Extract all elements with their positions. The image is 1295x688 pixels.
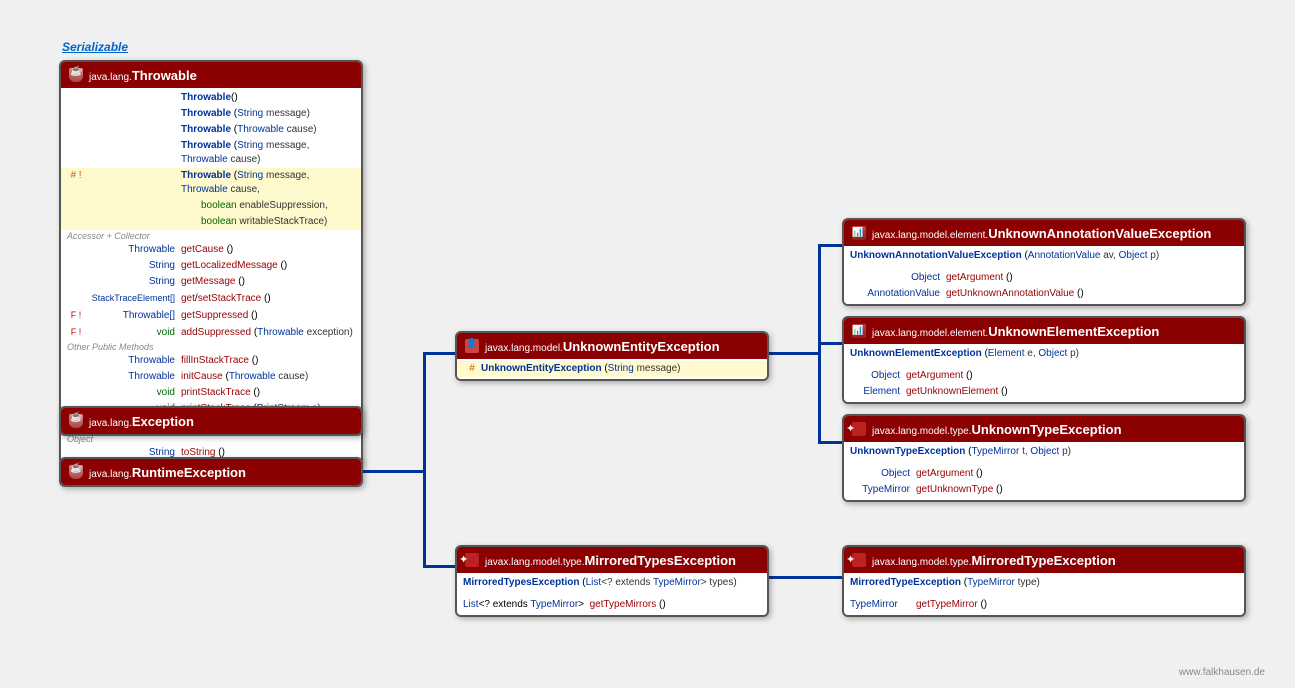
- exception-class: java.lang.Exception: [59, 406, 363, 436]
- unknown-element-exception-class: javax.lang.model.element.UnknownElementE…: [842, 316, 1246, 404]
- class-icon: [465, 553, 479, 567]
- class-icon: [852, 422, 866, 436]
- pkg-label: javax.lang.model.type.: [872, 426, 972, 437]
- class-name-label: UnknownElementException: [988, 324, 1159, 339]
- uave-members: UnknownAnnotationValueException (Annotat…: [844, 246, 1244, 304]
- uee-members: #UnknownEntityException (String message): [457, 359, 767, 379]
- unknown-entity-exception-class: javax.lang.model.UnknownEntityException …: [455, 331, 769, 381]
- class-name-label: UnknownAnnotationValueException: [988, 226, 1211, 241]
- class-name-label: MirroredTypesException: [585, 553, 736, 568]
- mte-members: MirroredTypeException (TypeMirror type) …: [844, 573, 1244, 615]
- uave-header: javax.lang.model.element.UnknownAnnotati…: [844, 220, 1244, 246]
- ute-header: javax.lang.model.type.UnknownTypeExcepti…: [844, 416, 1244, 442]
- unknown-type-exception-class: javax.lang.model.type.UnknownTypeExcepti…: [842, 414, 1246, 502]
- connector: [818, 244, 843, 247]
- serializable-label[interactable]: Serializable: [62, 40, 128, 54]
- runtime-exception-class: java.lang.RuntimeException: [59, 457, 363, 487]
- class-name-label: Exception: [132, 414, 194, 429]
- class-name-label: RuntimeException: [132, 465, 246, 480]
- mirrored-types-exception-class: javax.lang.model.type.MirroredTypesExcep…: [455, 545, 769, 617]
- pkg-label: javax.lang.model.type.: [872, 557, 972, 568]
- class-name-label: UnknownTypeException: [972, 422, 1122, 437]
- pkg-label: java.lang.: [89, 418, 132, 429]
- footer-link[interactable]: www.falkhausen.de: [1179, 667, 1265, 678]
- connector: [818, 342, 843, 345]
- class-icon: [852, 324, 866, 338]
- pkg-label: java.lang.: [89, 469, 132, 480]
- mirrored-type-exception-class: javax.lang.model.type.MirroredTypeExcept…: [842, 545, 1246, 617]
- section-label: Accessor + Collector: [61, 230, 361, 242]
- uee-header: javax.lang.model.UnknownEntityException: [457, 333, 767, 359]
- class-name-label: UnknownEntityException: [563, 339, 720, 354]
- unknown-annotation-value-exception-class: javax.lang.model.element.UnknownAnnotati…: [842, 218, 1246, 306]
- pkg-label: javax.lang.model.element.: [872, 328, 988, 339]
- mtes-header: javax.lang.model.type.MirroredTypesExcep…: [457, 547, 767, 573]
- connector: [423, 352, 426, 568]
- uele-members: UnknownElementException (Element e, Obje…: [844, 344, 1244, 402]
- throwable-header: java.lang.Throwable: [61, 62, 361, 88]
- class-name-label: MirroredTypeException: [972, 553, 1116, 568]
- mtes-members: MirroredTypesException (List<? extends T…: [457, 573, 767, 615]
- connector: [423, 565, 458, 568]
- exception-header: java.lang.Exception: [61, 408, 361, 434]
- class-icon: [69, 414, 83, 428]
- pkg-label: javax.lang.model.type.: [485, 557, 585, 568]
- class-icon: [69, 465, 83, 479]
- class-icon: [69, 68, 83, 82]
- connector: [818, 441, 843, 444]
- abstract-class-icon: [465, 339, 479, 353]
- connector: [423, 352, 458, 355]
- class-name-label: Throwable: [132, 68, 197, 83]
- uele-header: javax.lang.model.element.UnknownElementE…: [844, 318, 1244, 344]
- pkg-label: javax.lang.model.: [485, 343, 563, 354]
- connector: [358, 470, 426, 473]
- ute-members: UnknownTypeException (TypeMirror t, Obje…: [844, 442, 1244, 500]
- pkg-label: java.lang.: [89, 72, 132, 83]
- connector: [765, 352, 820, 355]
- section-label: Other Public Methods: [61, 341, 361, 353]
- mte-header: javax.lang.model.type.MirroredTypeExcept…: [844, 547, 1244, 573]
- runtime-header: java.lang.RuntimeException: [61, 459, 361, 485]
- class-icon: [852, 553, 866, 567]
- connector: [765, 576, 845, 579]
- pkg-label: javax.lang.model.element.: [872, 230, 988, 241]
- class-icon: [852, 226, 866, 240]
- throwable-class: java.lang.Throwable Throwable() Throwabl…: [59, 60, 363, 465]
